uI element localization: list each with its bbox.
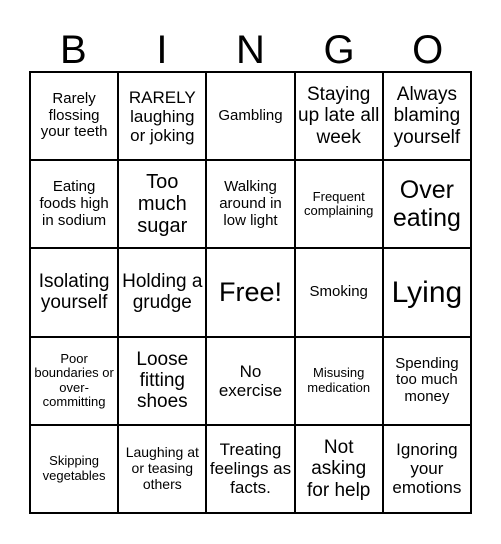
bingo-cell[interactable]: Gambling [207,73,294,160]
cell-label: Frequent complaining [304,188,374,219]
bingo-cell[interactable]: Over eating [383,161,470,248]
cell-label: No exercise [218,361,283,400]
bingo-cell[interactable]: RARELY laughing or joking [119,73,206,160]
header-letter-o: O [412,28,444,72]
cell-label: Too much sugar [137,170,188,238]
bingo-cell[interactable]: Not asking for help [295,425,382,512]
bingo-cell[interactable]: Isolating yourself [31,249,118,336]
cell-label: Always blaming yourself [393,84,461,148]
bingo-cell[interactable]: Smoking [295,249,382,336]
bingo-cell[interactable]: Treating feelings as facts. [207,425,294,512]
cell-label: Free! [218,277,282,308]
bingo-cell[interactable]: Too much sugar [119,161,206,248]
cell-label: Laughing at or teasing others [125,444,199,492]
cell-label: Misusing medication [307,365,371,395]
cell-label: Eating foods high in sodium [39,178,109,229]
cell-label: Gambling [218,106,283,124]
cell-label: Holding a grudge [122,271,203,314]
header-letter-n: N [236,28,265,72]
cell-label: Skipping vegetables [42,453,106,483]
header-letter-i: I [156,28,168,72]
bingo-cell[interactable]: Ignoring your emotions [383,425,470,512]
bingo-cell[interactable]: Walking around in low light [207,161,294,248]
cell-label: Not asking for help [307,436,371,501]
cell-label: Isolating yourself [38,271,110,314]
cell-label: Poor boundaries or over-committing [34,350,114,410]
cell-label: Staying up late all week [298,84,380,148]
header-letter-b: B [59,28,87,72]
bingo-cell[interactable]: Skipping vegetables [31,425,118,512]
bingo-grid: Rarely flossing your teeth RARELY laughin… [29,71,472,514]
cell-label: Ignoring your emotions [392,440,462,498]
cell-label: RARELY laughing or joking [128,87,196,145]
bingo-cell[interactable]: Misusing medication [295,337,382,424]
bingo-cell[interactable]: Poor boundaries or over-committing [31,337,118,424]
cell-label: Rarely flossing your teeth [40,89,108,141]
cell-label: Spending too much money [395,354,459,406]
cell-label: Smoking [309,283,368,301]
bingo-cell[interactable]: Always blaming yourself [383,73,470,160]
bingo-cell[interactable]: Rarely flossing your teeth [31,73,118,160]
bingo-cell[interactable]: Lying [383,249,470,336]
header-letter-g: G [323,28,355,72]
bingo-header: B I N G O [29,28,472,72]
bingo-cell[interactable]: Eating foods high in sodium [31,161,118,248]
cell-label: Loose fitting shoes [136,348,189,413]
bingo-cell[interactable]: Frequent complaining [295,161,382,248]
bingo-cell[interactable]: No exercise [207,337,294,424]
cell-label: Lying [391,275,463,309]
cell-label: Walking around in low light [219,178,282,229]
bingo-cell[interactable]: Loose fitting shoes [119,337,206,424]
bingo-cell[interactable]: Spending too much money [383,337,470,424]
bingo-cell[interactable]: Laughing at or teasing others [119,425,206,512]
bingo-cell[interactable]: Holding a grudge [119,249,206,336]
free-space-cell[interactable]: Free! [207,249,294,336]
cell-label: Treating feelings as facts. [209,440,292,498]
cell-label: Over eating [392,176,461,233]
bingo-cell[interactable]: Staying up late all week [295,73,382,160]
